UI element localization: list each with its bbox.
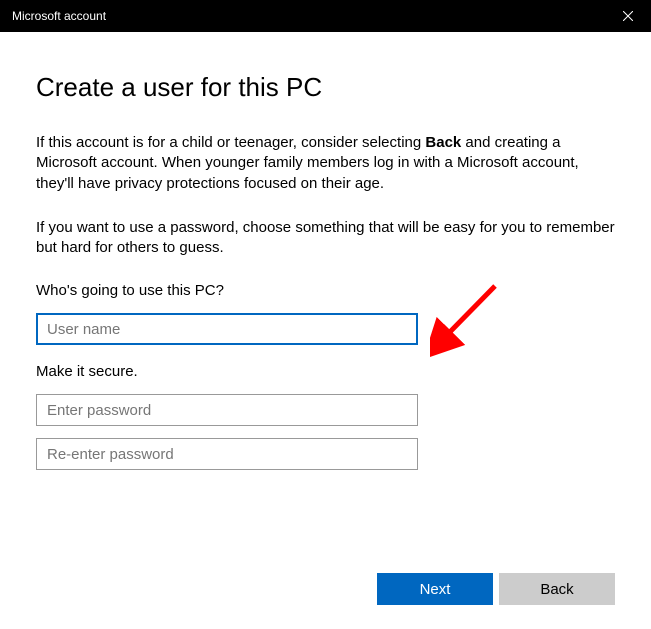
password-input[interactable] [36,394,418,426]
next-button[interactable]: Next [377,573,493,605]
password-confirm-input[interactable] [36,438,418,470]
window-titlebar: Microsoft account [0,0,651,32]
intro-paragraph-2: If you want to use a password, choose so… [36,218,615,259]
dialog-content: Create a user for this PC If this accoun… [0,32,651,470]
window-title: Microsoft account [12,9,106,23]
intro-text-bold: Back [425,134,461,151]
close-icon [623,11,633,21]
password-section-label: Make it secure. [36,363,615,380]
intro-paragraph-1: If this account is for a child or teenag… [36,133,615,194]
username-input[interactable] [36,313,418,345]
close-button[interactable] [605,0,651,32]
intro-text-pre: If this account is for a child or teenag… [36,134,425,151]
page-title: Create a user for this PC [36,72,615,103]
back-button[interactable]: Back [499,573,615,605]
dialog-footer: Next Back [377,573,615,605]
username-section-label: Who's going to use this PC? [36,282,615,299]
